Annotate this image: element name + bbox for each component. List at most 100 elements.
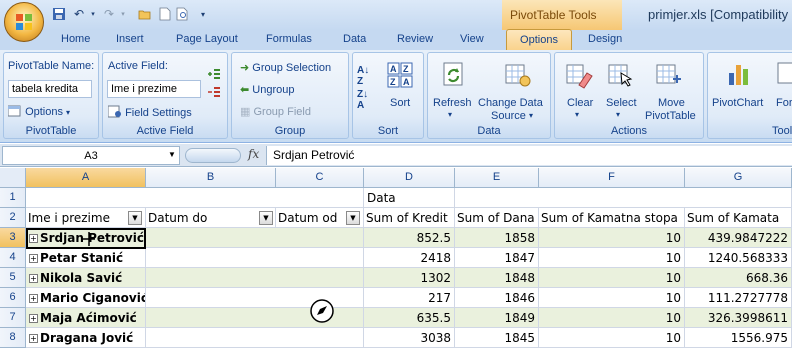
- sort-dialog-icon[interactable]: A Z Z A: [386, 61, 414, 89]
- move-pivottable-label-2[interactable]: PivotTable: [645, 110, 696, 122]
- sort-label[interactable]: Sort: [390, 97, 410, 109]
- expand-icon[interactable]: +: [29, 254, 38, 263]
- formulas-icon[interactable]: [776, 59, 792, 87]
- cell-g5[interactable]: 668.36: [685, 268, 792, 288]
- row-header-5[interactable]: 5: [0, 268, 26, 288]
- tab-data[interactable]: Data: [343, 33, 366, 45]
- row-header-7[interactable]: 7: [0, 308, 26, 328]
- collapse-field-icon[interactable]: [207, 85, 221, 99]
- save-icon[interactable]: [50, 5, 68, 23]
- cell-b2[interactable]: Datum do: [146, 208, 276, 228]
- cell-f7[interactable]: 10: [539, 308, 685, 328]
- expand-icon[interactable]: +: [29, 274, 38, 283]
- group-selection-button[interactable]: ➜ Group Selection: [240, 61, 331, 74]
- field-settings-button[interactable]: Field Settings: [107, 105, 192, 119]
- sort-za-icon[interactable]: Z↓ A: [357, 89, 368, 111]
- cell-b8[interactable]: [146, 328, 364, 348]
- column-header-b[interactable]: B: [146, 168, 276, 188]
- change-data-source-icon[interactable]: [504, 61, 532, 89]
- row-header-3[interactable]: 3: [0, 228, 26, 248]
- cell-e4[interactable]: 1847: [455, 248, 539, 268]
- column-header-d[interactable]: D: [364, 168, 455, 188]
- cell-f6[interactable]: 10: [539, 288, 685, 308]
- cell-d4[interactable]: 2418: [364, 248, 455, 268]
- cell-d1[interactable]: Data: [364, 188, 455, 208]
- tab-options[interactable]: Options: [506, 29, 572, 51]
- cell-d5[interactable]: 1302: [364, 268, 455, 288]
- cell-b5[interactable]: [146, 268, 364, 288]
- cell-a1[interactable]: [26, 188, 364, 208]
- cell-g7[interactable]: 326.3998611: [685, 308, 792, 328]
- refresh-icon[interactable]: [440, 61, 468, 89]
- active-field-input[interactable]: Ime i prezime: [107, 80, 201, 98]
- cell-e2[interactable]: Sum of Dana: [455, 208, 539, 228]
- formulas-label[interactable]: Formulas: [776, 97, 792, 109]
- cell-e5[interactable]: 1848: [455, 268, 539, 288]
- cell-b4[interactable]: [146, 248, 364, 268]
- office-button[interactable]: [4, 2, 44, 42]
- name-box[interactable]: A3: [2, 146, 180, 165]
- filter-dropdown-a[interactable]: ▼: [128, 211, 142, 225]
- cell-d2[interactable]: Sum of Kredit: [364, 208, 455, 228]
- pivotchart-icon[interactable]: [726, 59, 754, 87]
- expand-icon[interactable]: +: [29, 234, 38, 243]
- name-box-dropdown-icon[interactable]: ▼: [168, 150, 176, 159]
- print-preview-icon[interactable]: [174, 5, 192, 23]
- select-icon[interactable]: [607, 61, 635, 89]
- cell-g2[interactable]: Sum of Kamata: [685, 208, 792, 228]
- cell-e6[interactable]: 1846: [455, 288, 539, 308]
- cell-f2[interactable]: Sum of Kamatna stopa: [539, 208, 685, 228]
- refresh-dropdown-icon[interactable]: ▾: [448, 110, 452, 119]
- select-dropdown-icon[interactable]: ▾: [616, 110, 620, 119]
- redo-dropdown-icon[interactable]: ▾: [114, 5, 132, 23]
- cell-g4[interactable]: 1240.568333: [685, 248, 792, 268]
- cell-a5[interactable]: + Nikola Savić: [26, 268, 146, 288]
- clear-icon[interactable]: [565, 61, 593, 89]
- row-header-2[interactable]: 2: [0, 208, 26, 228]
- filter-dropdown-c[interactable]: ▼: [346, 211, 360, 225]
- cell-f3[interactable]: 10: [539, 228, 685, 248]
- column-header-f[interactable]: F: [539, 168, 685, 188]
- tab-design[interactable]: Design: [588, 33, 622, 45]
- change-source-dropdown-icon[interactable]: ▾: [529, 111, 533, 120]
- cell-e8[interactable]: 1845: [455, 328, 539, 348]
- cell-f4[interactable]: 10: [539, 248, 685, 268]
- cell-e1[interactable]: [455, 188, 792, 208]
- cell-a4[interactable]: + Petar Stanić: [26, 248, 146, 268]
- ungroup-button[interactable]: ⬅ Ungroup: [240, 83, 294, 96]
- row-header-1[interactable]: 1: [0, 188, 26, 208]
- cell-e7[interactable]: 1849: [455, 308, 539, 328]
- tab-page-layout[interactable]: Page Layout: [176, 33, 238, 45]
- customize-qat-icon[interactable]: ▾: [194, 5, 212, 23]
- row-header-6[interactable]: 6: [0, 288, 26, 308]
- expand-icon[interactable]: +: [29, 334, 38, 343]
- column-header-g[interactable]: G: [685, 168, 792, 188]
- options-button[interactable]: Options ▾: [7, 105, 70, 118]
- filter-dropdown-b[interactable]: ▼: [259, 211, 273, 225]
- column-header-e[interactable]: E: [455, 168, 539, 188]
- tab-home[interactable]: Home: [61, 33, 90, 45]
- cell-d8[interactable]: 3038: [364, 328, 455, 348]
- select-all-corner[interactable]: [0, 168, 26, 188]
- new-icon[interactable]: [156, 5, 174, 23]
- change-data-source-label-1[interactable]: Change Data: [478, 97, 543, 109]
- open-icon[interactable]: [136, 5, 154, 23]
- formula-input[interactable]: Srdjan Petrović: [266, 146, 792, 165]
- expand-icon[interactable]: +: [29, 294, 38, 303]
- cell-f5[interactable]: 10: [539, 268, 685, 288]
- tab-insert[interactable]: Insert: [116, 33, 144, 45]
- move-pivottable-label-1[interactable]: Move: [658, 97, 685, 109]
- tab-review[interactable]: Review: [397, 33, 433, 45]
- cell-d3[interactable]: 852.5: [364, 228, 455, 248]
- change-data-source-label-2[interactable]: Source: [491, 110, 526, 122]
- cell-g3[interactable]: 439.9847222: [685, 228, 792, 248]
- cell-f8[interactable]: 10: [539, 328, 685, 348]
- column-header-a[interactable]: A: [26, 168, 146, 188]
- pivotchart-label[interactable]: PivotChart: [712, 97, 763, 109]
- row-header-8[interactable]: 8: [0, 328, 26, 348]
- cell-e3[interactable]: 1858: [455, 228, 539, 248]
- row-header-4[interactable]: 4: [0, 248, 26, 268]
- cell-d6[interactable]: 217: [364, 288, 455, 308]
- move-pivottable-icon[interactable]: [655, 61, 683, 89]
- cell-g8[interactable]: 1556.975: [685, 328, 792, 348]
